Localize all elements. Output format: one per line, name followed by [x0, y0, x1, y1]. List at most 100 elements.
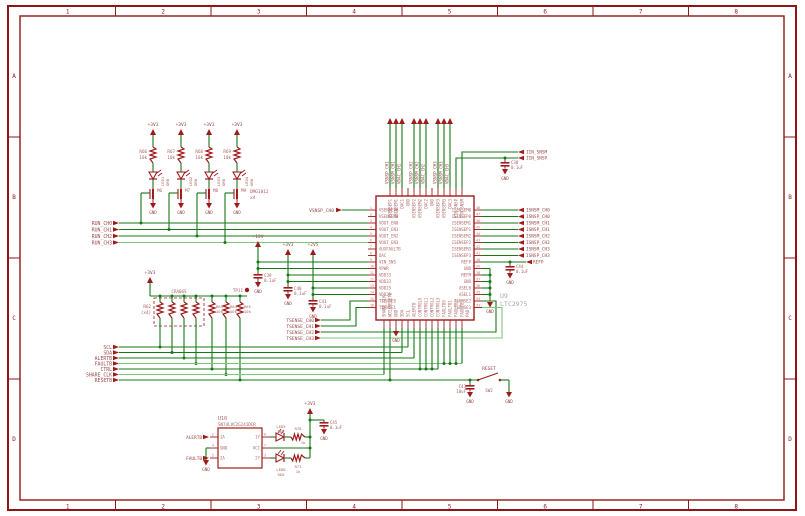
led-pullup-resistor[interactable] — [176, 146, 186, 164]
cap-C39[interactable] — [253, 274, 263, 276]
led-color: GRN — [221, 178, 226, 186]
ic-pin-name: GND — [464, 266, 472, 271]
ic-pin-number: 12 — [370, 277, 374, 281]
status-led[interactable] — [232, 171, 242, 181]
reset-switch-lever[interactable] — [477, 372, 499, 381]
net-arrow-icon — [113, 355, 119, 361]
cap-C45[interactable] — [319, 422, 329, 424]
testpoint-label: TP11 — [233, 288, 244, 293]
ic-pin-name: ASEL1 — [459, 292, 472, 297]
isense-net-label: ISNSP_CH3 — [526, 253, 550, 259]
gnd-label: GND — [284, 301, 292, 306]
buffer-pin-name: 1A — [220, 435, 225, 440]
buffer-pin-number: 3 — [264, 454, 266, 458]
led-color: GRN — [165, 178, 170, 186]
frame-row-label: C — [12, 315, 16, 322]
led-pullup-resistor[interactable] — [232, 146, 242, 164]
bus-net-label: CTRL — [100, 367, 112, 373]
ic-pin-name: IIN_SNSM — [460, 198, 465, 218]
ic-pin-number: 34 — [476, 297, 480, 301]
buffer-part-number: SN74LVC2G241DCR — [218, 422, 256, 427]
testpoint-pad[interactable] — [244, 287, 250, 293]
led-LED5[interactable] — [275, 432, 286, 442]
cap-C43[interactable] — [465, 388, 475, 390]
buffer-pin-name: 2Y — [255, 456, 260, 461]
frame-row-label: D — [788, 436, 792, 443]
ic-pin-number: 41 — [476, 251, 480, 255]
pullup-resistor[interactable] — [155, 301, 165, 319]
supply-arrow-icon — [234, 129, 240, 135]
ic-pin-name: VDD33 — [379, 273, 392, 278]
ic-pin-number: 48 — [476, 206, 480, 210]
cap-C43[interactable] — [465, 385, 475, 387]
junction-dot — [311, 293, 315, 296]
ic-pin-name: REFM — [461, 273, 471, 278]
resistor-name: R69 — [223, 149, 231, 154]
cap-C40[interactable] — [283, 290, 293, 292]
ic-pin-name: VDD25 — [379, 286, 392, 291]
isense-net-label: ISNSM_CH3 — [526, 247, 550, 253]
led-LED6[interactable] — [275, 453, 286, 463]
cap-C38[interactable] — [500, 165, 510, 167]
ic-pin-number: 7 — [370, 245, 372, 249]
ic-pin-number: 36 — [476, 284, 480, 288]
resistor-R71[interactable] — [290, 452, 306, 464]
pullup-resistor[interactable] — [221, 301, 231, 319]
gnd-icon — [255, 282, 261, 288]
cap-C44[interactable] — [505, 269, 515, 271]
ic-pin-name: FAULTB0 — [442, 300, 447, 317]
led-pullup-resistor[interactable] — [148, 146, 158, 164]
buffer-pin-name: 2A — [220, 456, 225, 461]
net-arrow-icon — [336, 207, 342, 213]
cap-C41[interactable] — [308, 303, 318, 305]
pullup-resistor[interactable] — [235, 301, 245, 319]
cap-value: 0.1uF — [264, 278, 277, 283]
cap-C40[interactable] — [283, 287, 293, 289]
fet-qty-note: x4 — [250, 195, 256, 201]
pullup-resistor[interactable] — [167, 301, 177, 319]
frame-col-label: 7 — [639, 504, 643, 511]
status-led[interactable] — [176, 171, 186, 181]
supply-arrow-icon — [307, 408, 313, 414]
cap-value: 0.1uF — [330, 425, 343, 430]
cap-C41[interactable] — [308, 300, 318, 302]
buffer-pin-number: 6 — [264, 433, 266, 437]
cap-C39[interactable] — [253, 277, 263, 279]
led-pullup-resistor[interactable] — [204, 146, 214, 164]
net-arrow-icon — [315, 323, 321, 329]
cap-C44[interactable] — [505, 266, 515, 268]
ic-pin-number: 8 — [370, 251, 372, 255]
pullup-resistor[interactable] — [179, 301, 189, 319]
cap-value: 0.1uF — [319, 304, 332, 309]
resistor-value: 10k — [139, 155, 147, 160]
frame-col-label: 4 — [352, 9, 356, 16]
tsense-net-label: TSENSE_CH1 — [286, 324, 314, 330]
ic-pin-name: VSENSEM2 — [418, 198, 423, 218]
led-ray — [241, 172, 247, 177]
ic-pin-name: GND — [406, 198, 411, 206]
gnd-label: GND — [501, 176, 509, 181]
cap-C45[interactable] — [319, 425, 329, 427]
status-led[interactable] — [148, 171, 158, 181]
cap-C38[interactable] — [500, 162, 510, 164]
frame-col-label: 2 — [161, 504, 165, 511]
supply-label: +3V3 — [175, 122, 186, 128]
gnd-label: GND — [233, 210, 241, 215]
pullup-resistor[interactable] — [191, 301, 201, 319]
ic-pin-number: 16 — [370, 303, 374, 307]
pullup-resistor[interactable] — [207, 301, 217, 319]
buffer-pin-number: 7 — [264, 444, 266, 448]
ic-pin-name: VSENSEP1 — [388, 198, 393, 218]
supply-arrow-icon — [150, 129, 156, 135]
supply-label: +2V5 — [307, 242, 318, 248]
ic-pin-number: 33 — [476, 303, 480, 307]
junction-dot — [286, 273, 290, 277]
supply-arrow-icon — [447, 118, 453, 124]
ic-pin-name: ISENSEP3 — [452, 253, 472, 258]
iin-net-label: IIN_SNSP — [526, 156, 548, 162]
junction-dot — [311, 286, 315, 290]
ic-pin-name: FAULTB2 — [454, 300, 459, 317]
status-led[interactable] — [204, 171, 214, 181]
resistor-array-qty: (x4) — [141, 310, 151, 315]
net-arrow-icon — [518, 220, 524, 226]
